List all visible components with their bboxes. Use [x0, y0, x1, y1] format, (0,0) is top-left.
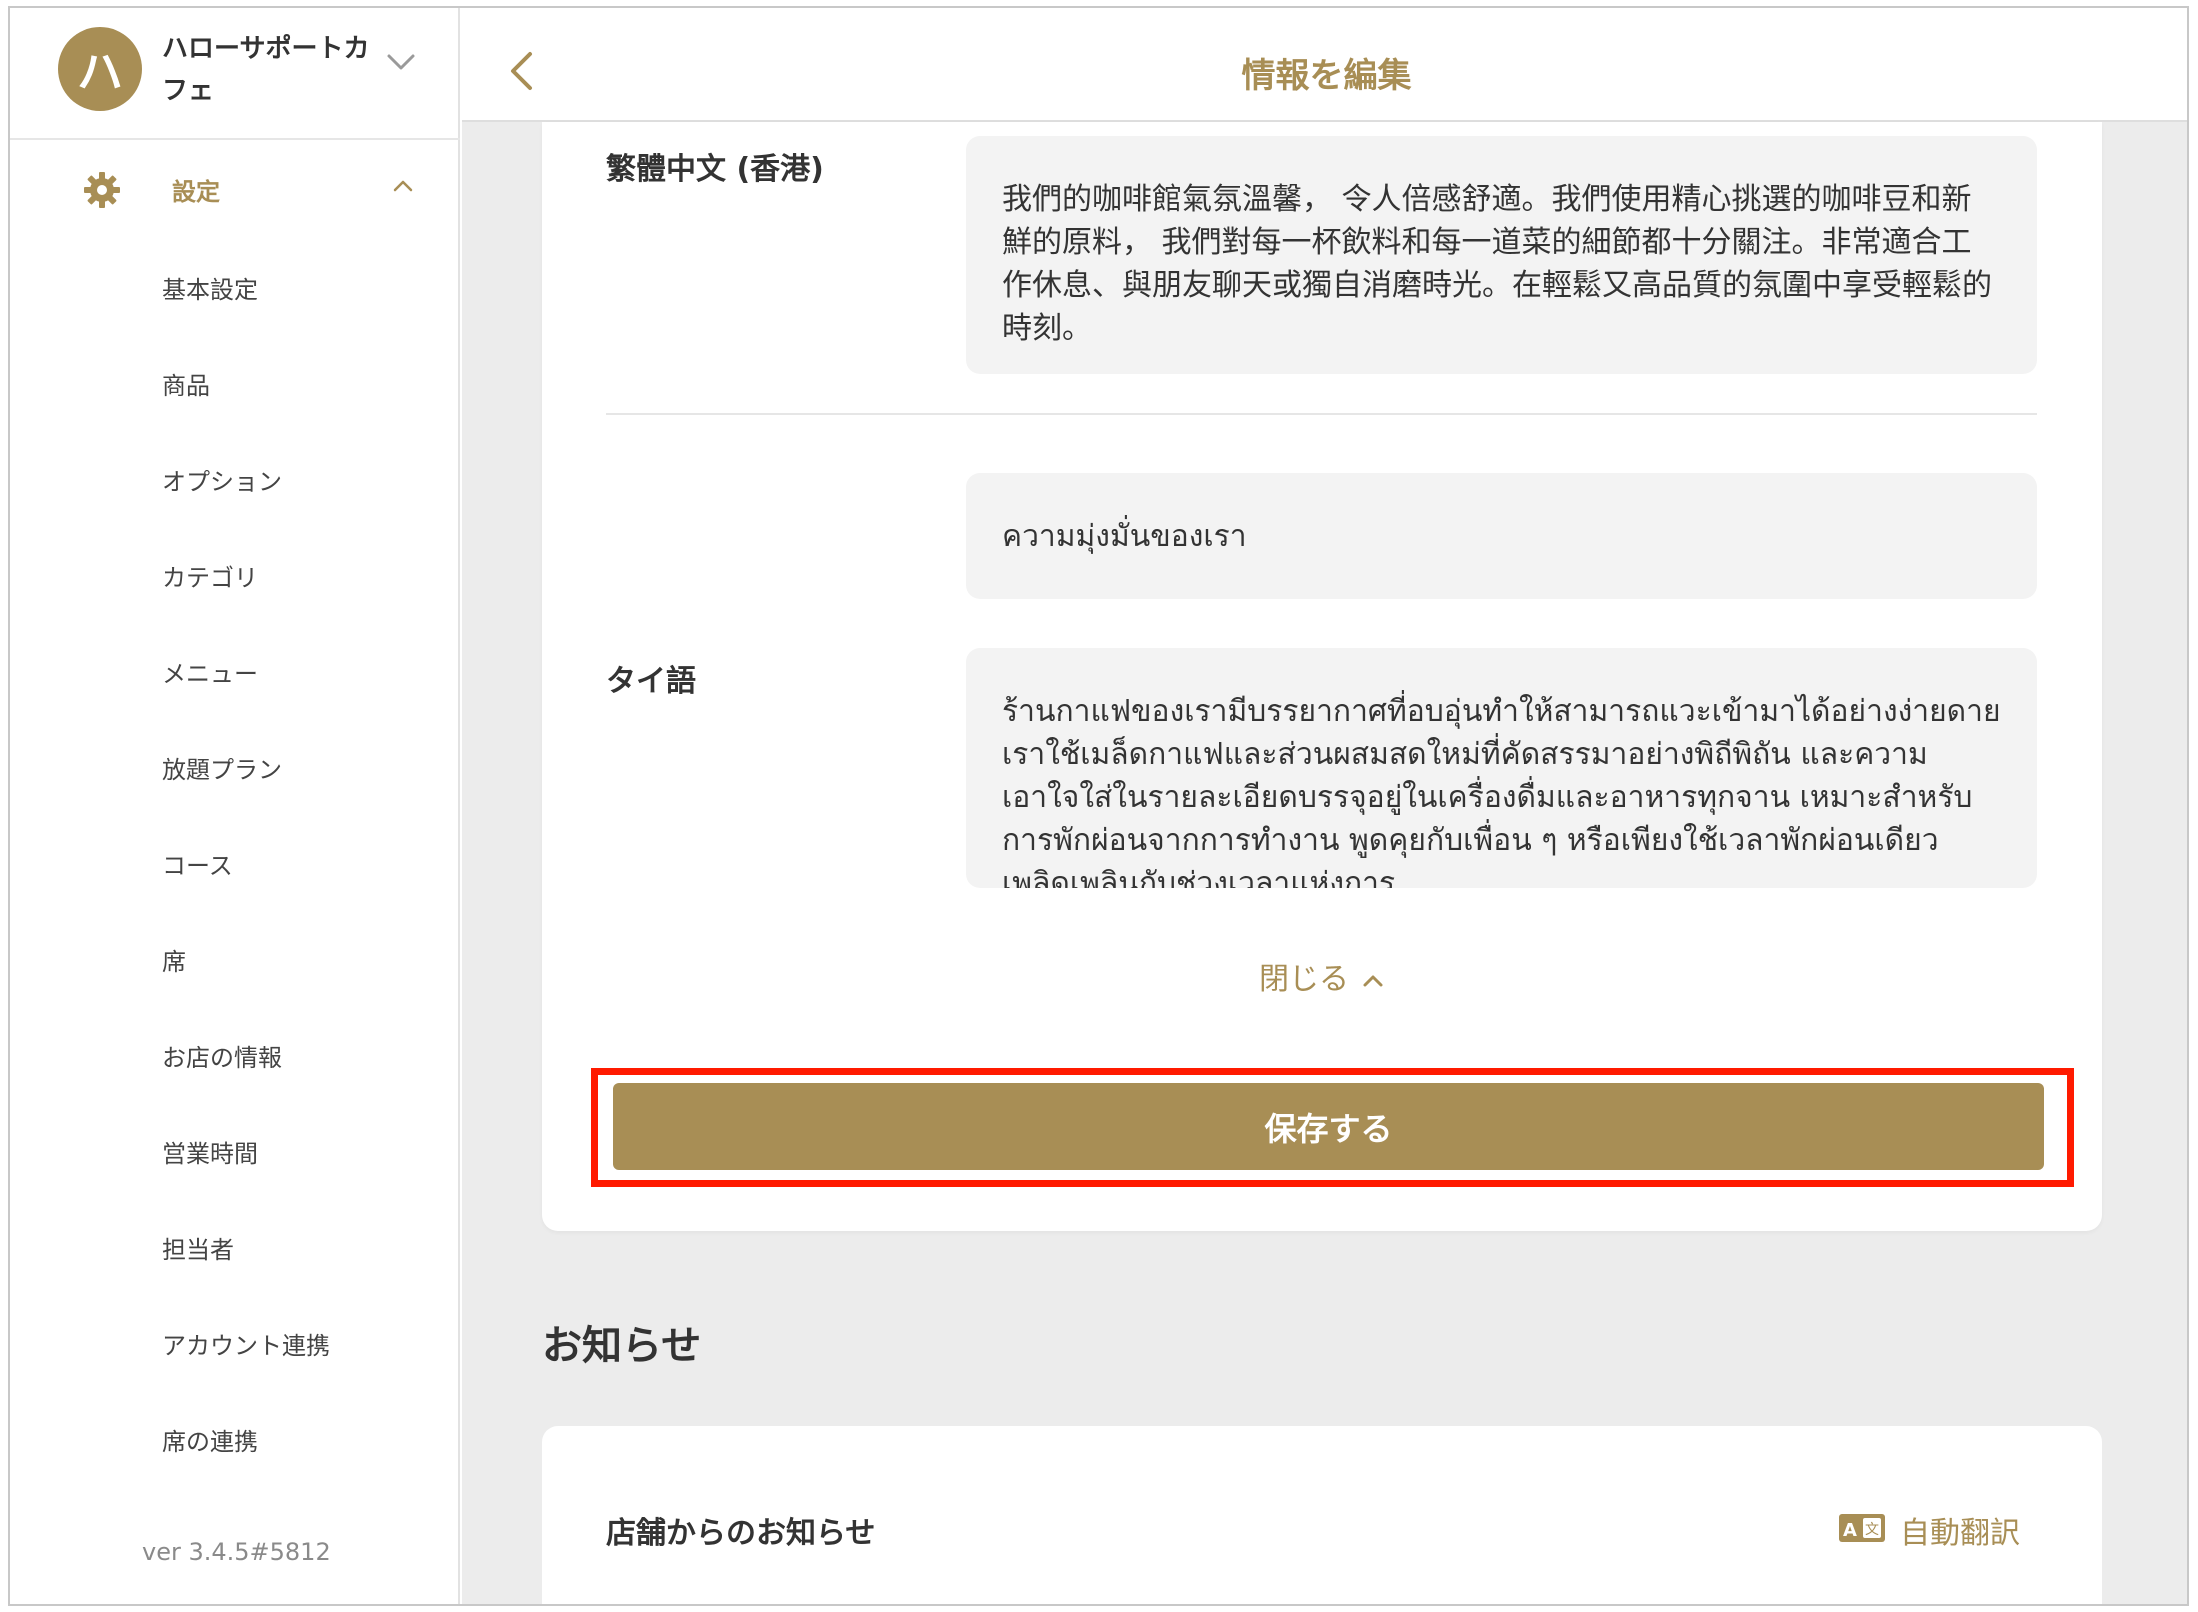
- sidebar-item-business-hours[interactable]: 営業時間: [162, 1134, 258, 1169]
- sidebar-item-products[interactable]: 商品: [162, 366, 210, 401]
- version-label: ver 3.4.5#5812: [142, 1538, 331, 1566]
- divider: [606, 413, 2037, 415]
- edit-form-card: 繁體中文 (香港) 我們的咖啡館氣氛溫馨， 令人倍感舒適。我們使用精心挑選的咖啡…: [542, 122, 2102, 1231]
- account-switcher[interactable]: ハ ハローサポートカフェ: [10, 8, 460, 140]
- collapse-link[interactable]: 閉じる: [542, 954, 2102, 998]
- save-button[interactable]: 保存する: [613, 1083, 2044, 1170]
- thai-label: タイ語: [606, 664, 696, 699]
- svg-text:文: 文: [1865, 1522, 1879, 1538]
- thai-title-field[interactable]: ความมุ่งมั่นของเรา: [966, 473, 2037, 599]
- auto-translate-button[interactable]: 自動翻訳: [1900, 1508, 2020, 1552]
- zh-hk-label: 繁體中文 (香港): [606, 152, 824, 187]
- sidebar-item-options[interactable]: オプション: [162, 462, 282, 497]
- app-window: ハ ハローサポートカフェ 設定 基本設定 商品 オプション カテゴリ メニュー …: [8, 6, 2189, 1606]
- thai-description-field[interactable]: ร้านกาแฟของเรามีบรรยากาศที่อบอุ่นทำให้สา…: [966, 648, 2037, 888]
- page-title: 情報を編集: [1241, 56, 1412, 96]
- zh-hk-description-field[interactable]: 我們的咖啡館氣氛溫馨， 令人倍感舒適。我們使用精心挑選的咖啡豆和新鮮的原料， 我…: [966, 136, 2037, 374]
- sidebar-item-menu[interactable]: メニュー: [162, 654, 258, 689]
- sidebar-item-basic-settings[interactable]: 基本設定: [162, 270, 258, 305]
- sidebar: ハ ハローサポートカフェ 設定 基本設定 商品 オプション カテゴリ メニュー …: [10, 8, 460, 1604]
- notices-heading: お知らせ: [542, 1323, 702, 1369]
- sidebar-item-categories[interactable]: カテゴリ: [162, 558, 258, 593]
- sidebar-item-account-link[interactable]: アカウント連携: [162, 1326, 330, 1361]
- notices-card-title: 店舗からのお知らせ: [606, 1516, 876, 1551]
- sidebar-item-store-info[interactable]: お店の情報: [162, 1038, 282, 1073]
- store-name: ハローサポートカフェ: [162, 34, 370, 106]
- collapse-label: 閉じる: [1259, 962, 1349, 997]
- main-content: 情報を編集 繁體中文 (香港) 我們的咖啡館氣氛溫馨， 令人倍感舒適。我們使用精…: [462, 8, 2187, 1604]
- chevron-down-icon[interactable]: [386, 52, 416, 72]
- header-bar: 情報を編集: [462, 8, 2187, 122]
- sidebar-item-all-you-can-plans[interactable]: 放題プラン: [162, 750, 282, 785]
- sidebar-section-settings[interactable]: 設定: [10, 156, 460, 220]
- svg-text:A: A: [1843, 1520, 1857, 1541]
- translate-icon[interactable]: A 文: [1838, 1512, 1886, 1544]
- sidebar-item-staff[interactable]: 担当者: [162, 1230, 234, 1265]
- sidebar-section-label: 設定: [172, 178, 220, 206]
- sidebar-item-courses[interactable]: コース: [162, 846, 233, 881]
- sidebar-item-seat-link[interactable]: 席の連携: [162, 1422, 258, 1457]
- notices-card: 店舗からのお知らせ A 文 自動翻訳: [542, 1426, 2102, 1604]
- chevron-up-icon[interactable]: [392, 178, 414, 194]
- chevron-up-icon: [1363, 975, 1383, 986]
- avatar: ハ: [58, 27, 142, 111]
- sidebar-item-seats[interactable]: 席: [162, 942, 186, 977]
- gear-icon: [84, 172, 120, 208]
